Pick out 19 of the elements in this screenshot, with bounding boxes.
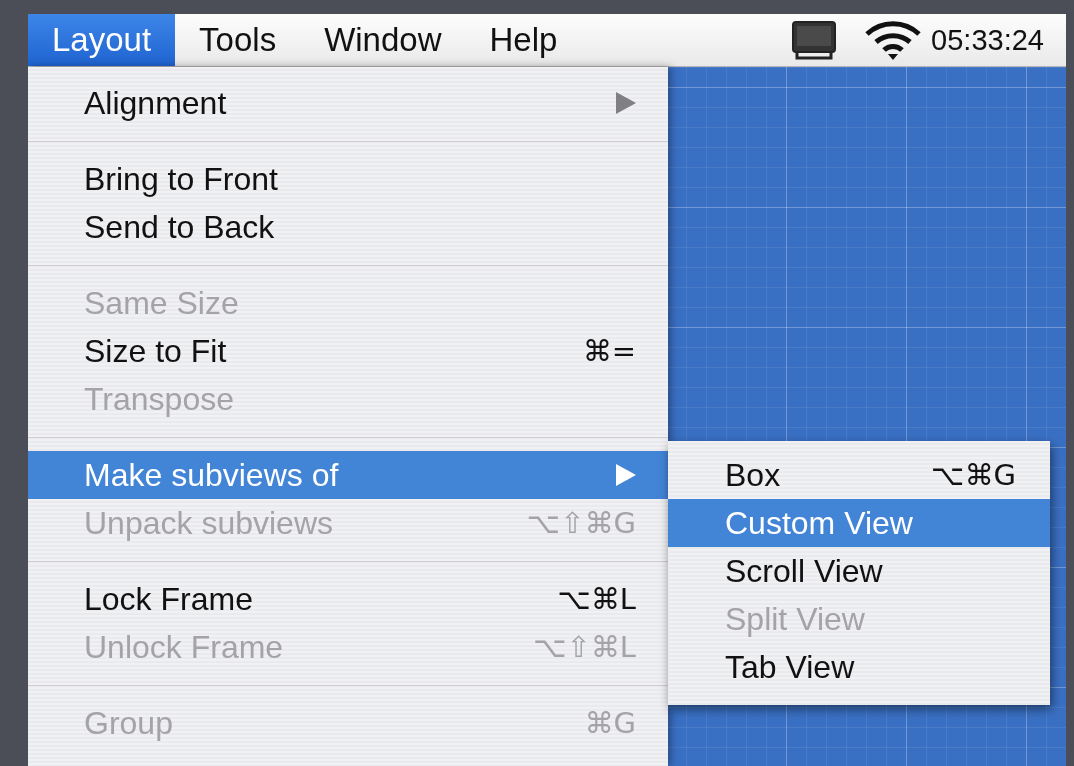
menu-title[interactable]: Tools <box>175 14 301 66</box>
menu-item[interactable]: Bring to Front <box>28 155 668 203</box>
clock: 05:33:24 <box>931 23 1044 57</box>
submenu-arrow-icon <box>616 92 636 114</box>
menu-item[interactable]: Make subviews of <box>28 451 668 499</box>
menu-item[interactable]: Size to Fit ⌘= <box>28 327 668 375</box>
menu-item[interactable]: Scroll View <box>668 547 1050 595</box>
display-icon <box>791 20 838 60</box>
menu-item[interactable]: Tab View <box>668 643 1050 691</box>
submenu-arrow-icon <box>616 464 636 486</box>
menu-item[interactable]: Custom View <box>668 499 1050 547</box>
menu-title[interactable]: Layout <box>28 14 176 66</box>
menu-item[interactable]: Send to Back <box>28 203 668 251</box>
menu-title[interactable]: Window <box>300 14 466 66</box>
menu-item[interactable]: Lock Frame ⌥⌘L <box>28 575 668 623</box>
menu-title[interactable]: Help <box>465 14 582 66</box>
menu-item[interactable]: Alignment <box>28 79 668 127</box>
wifi-icon <box>865 20 922 60</box>
menu-item[interactable]: Box ⌥⌘G <box>668 451 1050 499</box>
